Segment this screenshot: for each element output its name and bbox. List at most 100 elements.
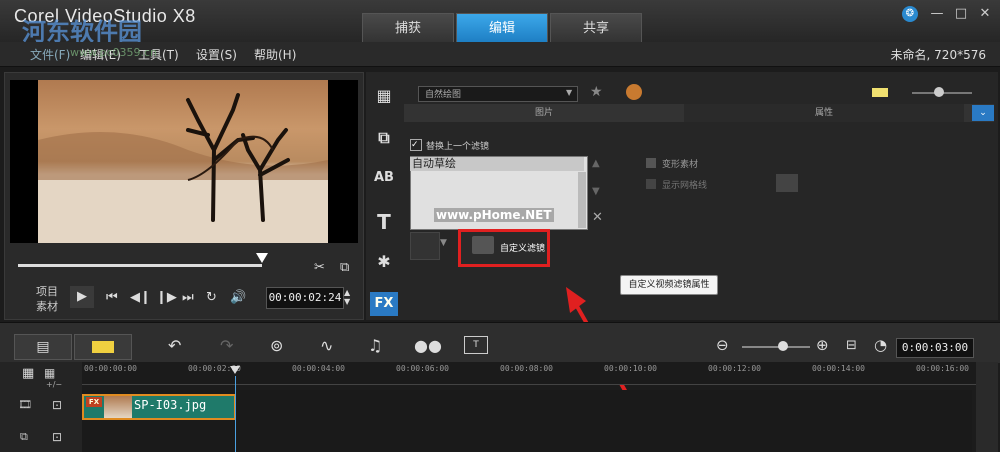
auto-music-icon[interactable]: ♫ [368,336,382,355]
filter-list-item[interactable]: 自动草绘 [410,157,584,171]
preview-scrubber[interactable] [18,264,262,267]
track-visibility-icon[interactable]: ⊡ [52,398,62,412]
custom-filter-gear-icon[interactable] [472,236,494,254]
enlarge-icon[interactable]: ⧉ [340,260,349,275]
playhead[interactable] [235,376,236,452]
project-info: 未命名, 720*576 [890,48,986,62]
sound-mixer-icon[interactable]: ∿ [320,336,333,355]
scrubber-handle[interactable] [256,253,268,263]
fx-filter-icon[interactable]: FX [370,292,398,316]
project-duration-icon[interactable]: ◔ [874,336,887,354]
delete-filter-icon[interactable]: ✕ [592,210,603,225]
move-down-icon[interactable]: ▼ [592,186,600,197]
mode-clip[interactable]: 素材 [36,298,58,314]
storyboard-view-icon[interactable]: ▤ [14,334,72,360]
motion-tracking-icon[interactable]: ●● [414,336,442,355]
tick-label: 00:00:06:00 [396,364,449,373]
play-icon[interactable]: ▶ [70,286,94,308]
end-icon[interactable]: ⏭ [182,290,194,305]
undo-icon[interactable]: ↶ [168,336,181,355]
overlay-track-icon[interactable]: ⧉ [20,430,28,444]
get-more-icon[interactable] [626,84,642,100]
text-icon[interactable]: T [370,210,398,234]
timecode-stepper-icon[interactable]: ▲ ▼ [344,288,350,306]
track-header-column [0,362,82,452]
tab-share[interactable]: 共享 [550,13,642,42]
preset-thumbnail[interactable] [410,232,440,260]
filter-list-scrollbar[interactable] [578,172,586,228]
redo-icon[interactable]: ↷ [220,336,233,355]
tick-label: 00:00:12:00 [708,364,761,373]
timeline-scrollbar[interactable] [976,362,998,452]
record-capture-icon[interactable]: ⊚ [270,336,283,355]
chapter-icon[interactable]: ▦ [44,366,55,380]
preview-timecode[interactable]: 00:00:02:24 [266,287,344,309]
subtitle-editor-icon[interactable]: T [464,336,488,354]
menu-help[interactable]: 帮助(H) [254,46,296,63]
zoom-in-icon[interactable]: ⊕ [816,336,829,354]
move-up-icon[interactable]: ▲ [592,158,600,169]
watermark-overlay: www.pHome.NET [434,208,554,222]
grid-checkbox[interactable] [646,179,656,189]
overlay-visibility-icon[interactable]: ⊡ [52,430,62,444]
grid-label: 显示网格线 [662,181,708,191]
subtab-photo[interactable]: 图片 [404,104,684,122]
track-manager-icon[interactable]: ▦ [22,366,34,381]
tick-label: 00:00:08:00 [500,364,553,373]
home-icon[interactable]: ⏮ [106,290,118,305]
help-globe-icon[interactable]: ❂ [902,6,918,22]
video-track-icon[interactable]: 🎞 [18,398,32,411]
chevron-down-icon[interactable]: ▼ [566,88,572,97]
zoom-slider[interactable] [742,346,810,348]
minimize-icon[interactable]: — [928,6,946,22]
split-clip-icon[interactable]: ✂ [314,260,325,275]
ripple-zoom-label[interactable]: +/− [46,380,62,389]
menu-file[interactable]: 文件(F) [30,46,70,63]
prev-frame-icon[interactable]: ◀❙ [130,290,151,305]
transition-icon[interactable]: ⧉ [370,128,398,152]
grid-options-icon[interactable] [776,174,798,192]
distort-checkbox[interactable] [646,158,656,168]
graphic-icon[interactable]: ✱ [370,252,398,276]
timeline-view-icon[interactable] [74,334,132,360]
fit-project-icon[interactable]: ⊟ [846,338,857,353]
tick-label: 00:00:14:00 [812,364,865,373]
tick-label: 00:00:10:00 [604,364,657,373]
overlay-track[interactable] [82,422,972,452]
favorite-icon[interactable]: ★ [590,84,603,100]
clip-fx-badge: FX [86,397,102,407]
repeat-icon[interactable]: ↻ [206,290,217,305]
subtab-attributes[interactable]: 属性 [684,104,964,122]
title-icon[interactable]: AB [370,170,398,194]
playhead-marker[interactable] [230,366,240,374]
timeline-timecode[interactable]: 0:00:03:00 [896,338,974,358]
menu-settings[interactable]: 设置(S) [196,46,237,63]
tick-label: 00:00:16:00 [916,364,969,373]
custom-filter-button[interactable]: 自定义滤镜 [500,241,545,254]
tab-capture[interactable]: 捕获 [362,13,454,42]
volume-icon[interactable]: 🔊 [230,290,246,305]
collapse-options-icon[interactable]: ⌄ [972,105,994,121]
preset-chevron-icon[interactable]: ▼ [440,238,447,248]
tick-label: 00:00:04:00 [292,364,345,373]
clip-name: SP-I03.jpg [134,398,207,412]
next-frame-icon[interactable]: ❙▶ [156,290,177,305]
trees-illustration [38,93,328,243]
close-icon[interactable]: ✕ [976,6,994,22]
tab-edit[interactable]: 编辑 [456,13,548,42]
preview-image [38,80,328,243]
clip-thumbnail [104,396,132,418]
media-icon[interactable]: ▦ [370,86,398,110]
distort-label: 变形素材 [662,160,699,170]
zoom-slider-knob[interactable] [778,341,788,351]
thumbnail-slider-knob[interactable] [934,87,944,97]
mode-project[interactable]: 项目 [36,283,58,299]
replace-filter-label: 替换上一个滤镜 [426,142,490,152]
replace-filter-checkbox[interactable]: ✓ [410,139,422,151]
category-select[interactable]: 自然绘图 [418,86,578,102]
thumbnail-size-icon[interactable] [872,88,888,97]
zoom-out-icon[interactable]: ⊖ [716,336,729,354]
maximize-icon[interactable]: □ [952,6,970,22]
watermark-url: www.pc0359.cn [70,46,158,59]
tick-label: 00:00:00:00 [84,364,137,373]
